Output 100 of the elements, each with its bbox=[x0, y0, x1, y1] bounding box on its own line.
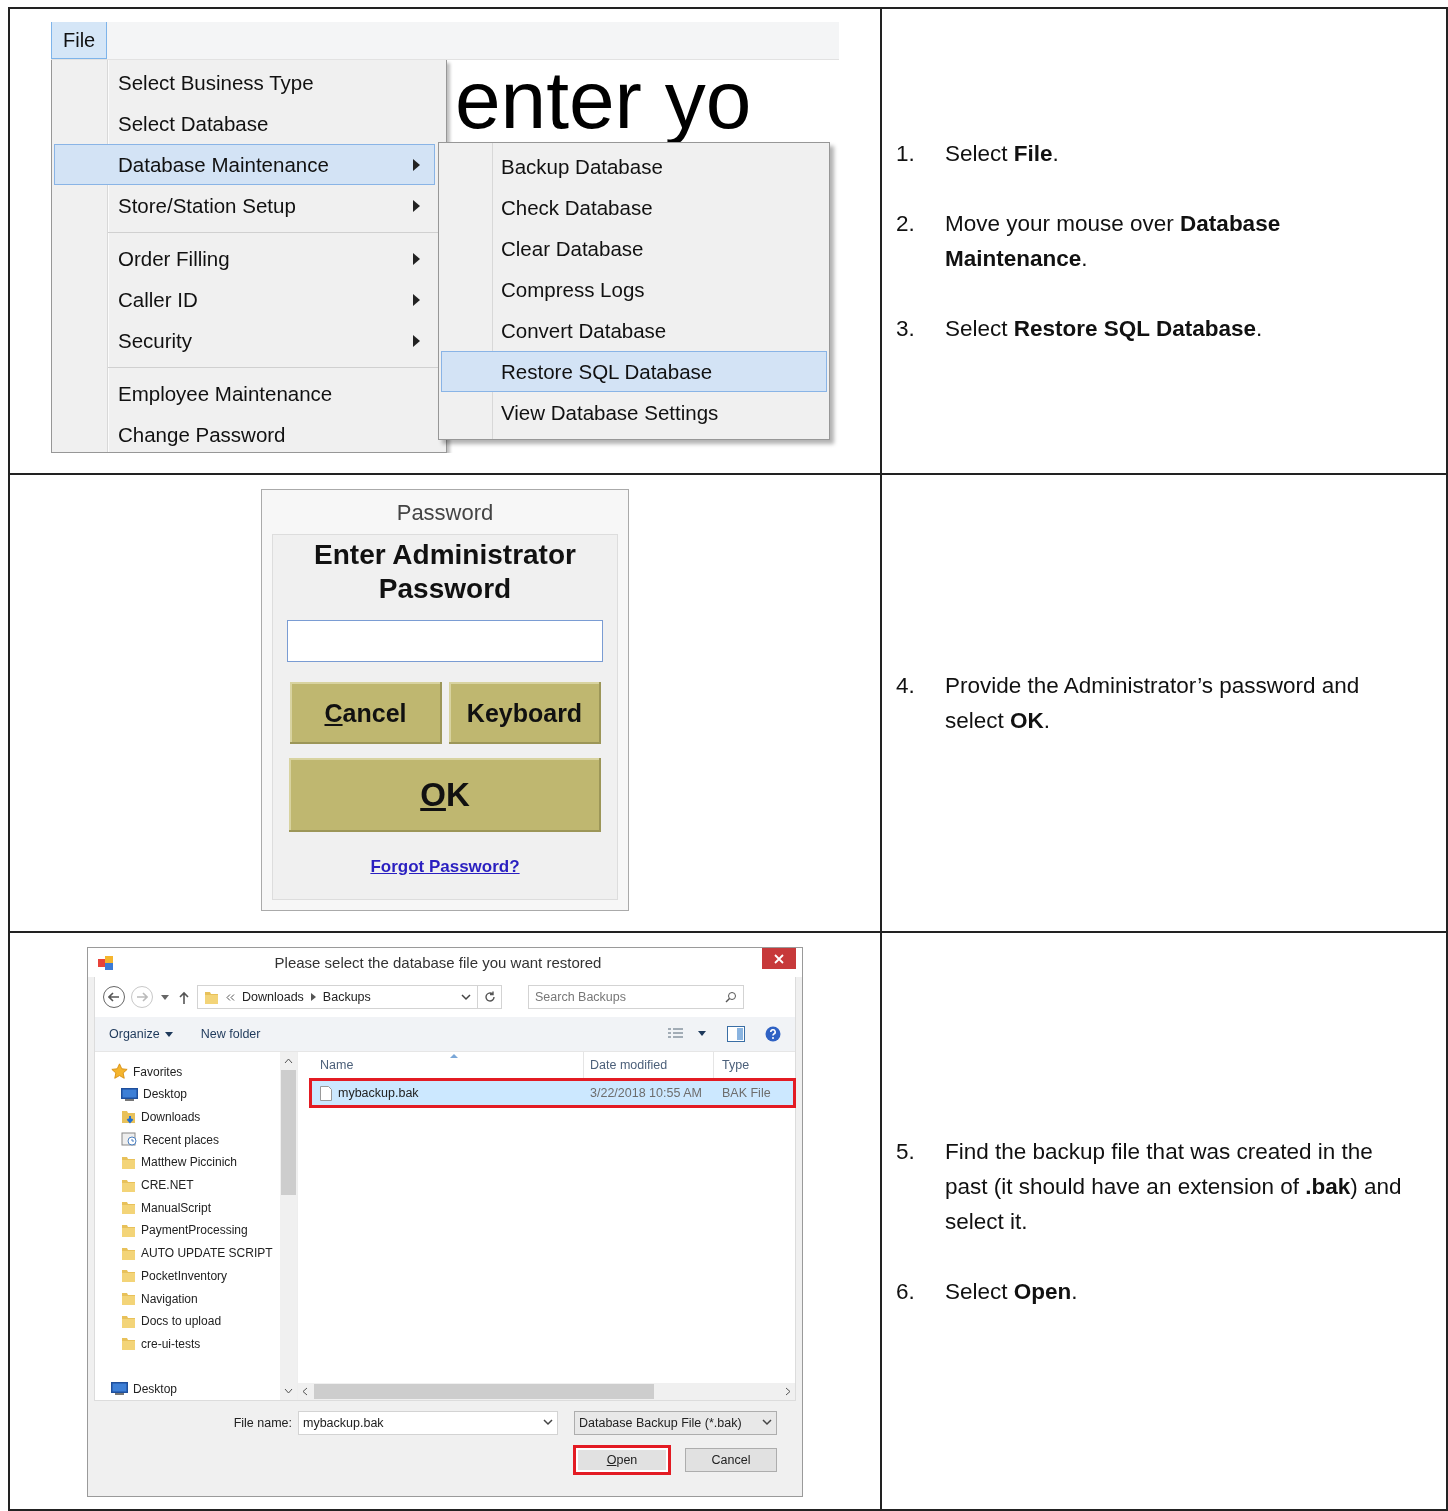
nav-pane-item[interactable]: cre-ui-tests bbox=[95, 1332, 297, 1356]
close-button[interactable] bbox=[762, 948, 796, 969]
menu-item[interactable]: Compress Logs bbox=[441, 269, 827, 310]
nav-pane-item[interactable]: PocketInventory bbox=[95, 1264, 297, 1288]
step-number: 1. bbox=[896, 140, 916, 168]
menu-item[interactable]: Convert Database bbox=[441, 310, 827, 351]
back-button[interactable] bbox=[103, 986, 125, 1009]
submenu-arrow-icon bbox=[413, 252, 420, 265]
nav-item-label: Navigation bbox=[141, 1291, 198, 1306]
horizontal-scrollbar[interactable] bbox=[298, 1382, 795, 1400]
star-icon bbox=[111, 1063, 128, 1081]
search-field[interactable]: Search Backups bbox=[528, 985, 744, 1010]
menu-item[interactable]: Database Maintenance bbox=[54, 144, 435, 185]
nav-item-label: ManualScript bbox=[141, 1200, 212, 1215]
scroll-right-icon bbox=[785, 1386, 791, 1396]
address-bar[interactable]: Downloads Backups bbox=[197, 985, 502, 1010]
preview-pane-button[interactable] bbox=[725, 1026, 747, 1043]
menu-bar-item[interactable]: File bbox=[51, 22, 108, 59]
menu-item[interactable]: Select Business Type bbox=[54, 62, 435, 103]
help-icon bbox=[765, 1026, 781, 1043]
nav-item-label: cre-ui-tests bbox=[141, 1336, 201, 1351]
history-dropdown-button[interactable] bbox=[159, 994, 171, 1000]
toolbar-button[interactable]: New folder bbox=[200, 1027, 261, 1042]
folder-icon bbox=[121, 1268, 136, 1284]
nav-item-label: Matthew Piccinich bbox=[141, 1155, 238, 1170]
overflow-chevrons-icon bbox=[226, 993, 235, 1001]
chevron-down-icon bbox=[543, 1419, 553, 1427]
dialog-button[interactable]: Cancel bbox=[289, 682, 442, 744]
toolbar-button[interactable]: Organize bbox=[109, 1027, 173, 1042]
scroll-down-icon bbox=[284, 1387, 293, 1394]
list-view-icon bbox=[667, 1028, 707, 1041]
menu-item[interactable]: Select Database bbox=[54, 103, 435, 144]
file-row[interactable]: mybackup.bak 3/22/2018 10:55 AM BAK File bbox=[312, 1081, 793, 1106]
menu-item[interactable]: Caller ID bbox=[54, 279, 435, 320]
nav-pane-item[interactable]: AUTO UPDATE SCRIPT bbox=[95, 1241, 297, 1265]
nav-pane-item[interactable]: ManualScript bbox=[95, 1196, 297, 1220]
folder-icon bbox=[121, 1154, 136, 1170]
menu-item[interactable]: Employee Maintenance bbox=[54, 373, 435, 414]
menu-item[interactable]: Check Database bbox=[441, 187, 827, 228]
vertical-scrollbar[interactable] bbox=[280, 1052, 297, 1400]
file-name-field[interactable]: mybackup.bak bbox=[298, 1410, 558, 1435]
menu-item[interactable]: Order Filling bbox=[54, 238, 435, 279]
scroll-up-icon bbox=[284, 1058, 293, 1065]
folder-icon bbox=[121, 1177, 136, 1193]
dropdown-arrow-icon bbox=[164, 1031, 173, 1037]
nav-pane-item[interactable]: Docs to upload bbox=[95, 1309, 297, 1333]
nav-pane-item[interactable]: Desktop bbox=[95, 1082, 297, 1106]
step-number: 5. bbox=[896, 1137, 916, 1166]
step-text: Find the backup file that was created in the past (it should have an extension of .bak) and select it. bbox=[945, 1137, 1403, 1236]
menu-item[interactable]: Security bbox=[54, 320, 435, 361]
up-arrow-icon bbox=[179, 990, 189, 1004]
nav-pane-item[interactable]: Matthew Piccinich bbox=[95, 1151, 297, 1174]
nav-pane-item[interactable]: Desktop bbox=[95, 1377, 297, 1400]
help-button[interactable] bbox=[763, 1026, 783, 1043]
column-header[interactable]: Type bbox=[714, 1052, 784, 1079]
submenu-arrow-icon bbox=[413, 199, 420, 212]
nav-item-label: AUTO UPDATE SCRIPT bbox=[141, 1246, 273, 1261]
password-field[interactable] bbox=[287, 620, 603, 662]
folder-icon bbox=[121, 1200, 136, 1216]
nav-pane-item[interactable]: Navigation bbox=[95, 1287, 297, 1310]
nav-pane-item[interactable]: CRE.NET bbox=[95, 1173, 297, 1197]
folder-icon bbox=[121, 1313, 136, 1329]
nav-pane-item[interactable]: PaymentProcessing bbox=[95, 1219, 297, 1242]
nav-item-label: Desktop bbox=[143, 1087, 188, 1102]
menu-item[interactable]: View Database Settings bbox=[441, 392, 827, 433]
app-icon bbox=[98, 954, 114, 971]
dialog-button[interactable]: Cancel bbox=[685, 1447, 777, 1472]
file-name: mybackup.bak bbox=[338, 1086, 419, 1101]
menu-item[interactable]: Change Password bbox=[54, 414, 435, 453]
file-type-dropdown[interactable]: Database Backup File (*.bak) bbox=[574, 1410, 777, 1435]
dialog-title: Please select the database file you want restored bbox=[273, 954, 603, 972]
menu-item[interactable]: Restore SQL Database bbox=[441, 351, 827, 392]
nav-item-label: Desktop bbox=[133, 1381, 178, 1396]
view-options-button[interactable] bbox=[665, 1028, 709, 1041]
up-button[interactable] bbox=[177, 990, 191, 1004]
submenu-arrow-icon bbox=[413, 293, 420, 306]
breadcrumb[interactable]: Downloads bbox=[242, 990, 304, 1005]
refresh-icon bbox=[483, 991, 496, 1004]
ok-button[interactable]: OK bbox=[289, 758, 601, 832]
menu-item[interactable]: Backup Database bbox=[441, 146, 827, 187]
dialog-heading: Enter Administrator Password bbox=[313, 538, 577, 606]
forgot-password-link[interactable]: Forgot Password? bbox=[370, 857, 520, 877]
dialog-button[interactable]: Open bbox=[573, 1444, 671, 1475]
scroll-left-icon bbox=[302, 1386, 308, 1396]
nav-pane-item[interactable]: Recent places bbox=[95, 1128, 297, 1152]
desktop-icon bbox=[121, 1087, 138, 1101]
menu-item[interactable]: Clear Database bbox=[441, 228, 827, 269]
folder-icon bbox=[121, 1291, 136, 1306]
chevron-down-icon bbox=[762, 1419, 772, 1427]
dialog-button[interactable]: Keyboard bbox=[448, 682, 601, 744]
nav-pane-item[interactable]: Favorites bbox=[95, 1060, 297, 1083]
step-number: 2. bbox=[896, 210, 916, 238]
step-text: Move your mouse over Database Maintenance. bbox=[945, 210, 1282, 273]
close-icon bbox=[774, 953, 784, 964]
nav-item-label: Docs to upload bbox=[141, 1314, 222, 1329]
breadcrumb[interactable]: Backups bbox=[322, 990, 371, 1005]
menu-item[interactable]: Store/Station Setup bbox=[54, 185, 435, 226]
step-text: Select Restore SQL Database. bbox=[945, 315, 1264, 343]
nav-pane-item[interactable]: Downloads bbox=[95, 1105, 297, 1129]
step-number: 6. bbox=[896, 1277, 916, 1306]
